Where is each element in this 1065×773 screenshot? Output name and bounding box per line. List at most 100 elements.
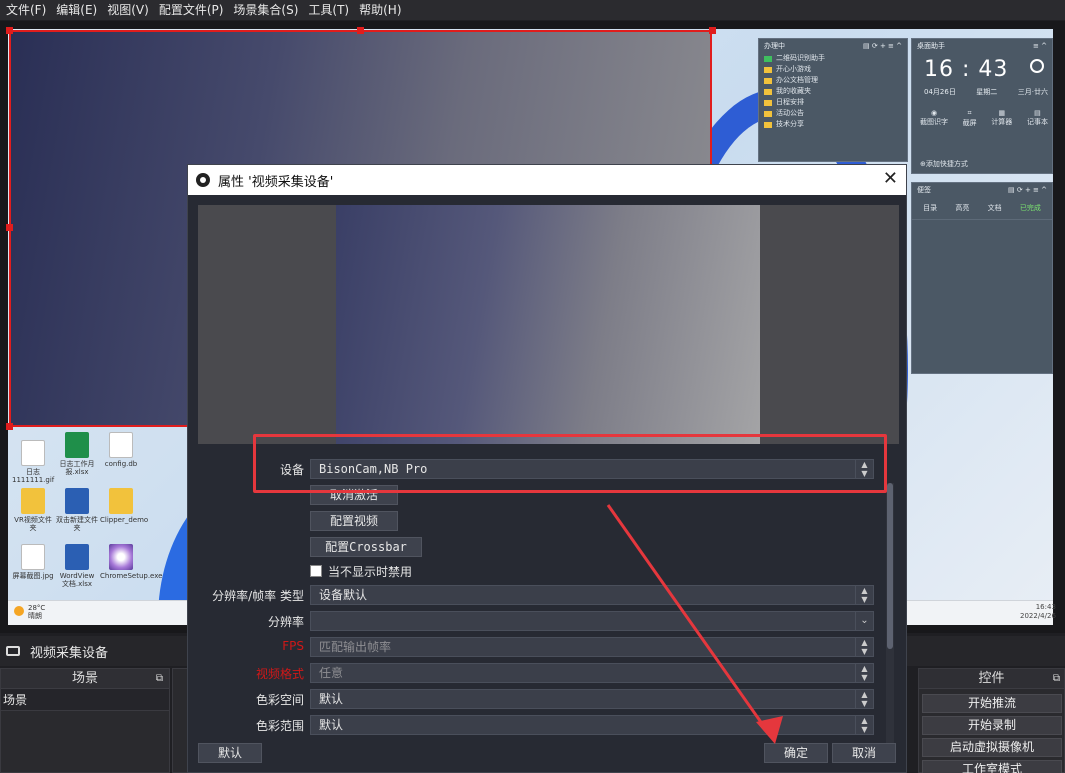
clock-lunar: 三月·廿六 — [1017, 88, 1048, 96]
scenes-dock: 场景 ⧉ 场景 — [0, 668, 170, 773]
notes-tab-catalog[interactable]: 目录 — [923, 203, 937, 213]
desktop-icon: ChromeSetup.exe — [100, 544, 162, 580]
dock-float-icon[interactable]: ⧉ — [156, 669, 163, 689]
notes-widget-title: 便签 — [917, 186, 931, 194]
color-space-select[interactable]: 默认 ▲ ▼ — [310, 689, 874, 709]
obs-logo-icon — [196, 173, 210, 187]
tool-screenshot-ocr[interactable]: ◉ 截图识字 — [920, 109, 948, 128]
desktop-icon: 日志 1111111.gif — [12, 440, 54, 484]
widget-toolbar-icons: ▤ ⟳ + ≡ ^ — [863, 42, 902, 50]
clock-widget: 桌面助手 ≡ ^ 16 : 43 04月26日 星期二 三月·廿六 ◉ 截图识字 ⌗… — [911, 38, 1053, 174]
close-icon[interactable]: ✕ — [883, 169, 898, 189]
resolution-combobox[interactable]: ⌄ — [310, 611, 874, 631]
word-icon — [65, 488, 89, 514]
updown-arrows-icon: ▲ ▼ — [855, 716, 873, 734]
video-format-select[interactable]: 任意 ▲ ▼ — [310, 663, 874, 683]
menu-tools[interactable]: 工具(T) — [306, 0, 357, 20]
menu-file[interactable]: 文件(F) — [4, 0, 54, 20]
dock-float-icon[interactable]: ⧉ — [1053, 669, 1060, 689]
weather-widget: 28°C 晴朗 — [14, 604, 45, 620]
configure-video-button[interactable]: 配置视频 — [310, 511, 398, 531]
scenes-header: 场景 — [71, 671, 98, 686]
desktop-icons: 日志 1111111.gif 日志工作月报.xlsx config.db VR视… — [8, 428, 162, 598]
resize-handle-tc[interactable] — [357, 27, 364, 34]
menu-help[interactable]: 帮助(H) — [357, 0, 409, 20]
desktop-icon: config.db — [100, 432, 142, 468]
notes-tab-docs[interactable]: 文档 — [988, 203, 1002, 213]
folder-icon — [21, 488, 45, 514]
start-streaming-button[interactable]: 开始推流 — [922, 694, 1062, 713]
crop-icon: ⌗ — [967, 109, 972, 117]
desktop-icon: VR视频文件夹 — [12, 488, 54, 532]
scene-item[interactable]: 场景 — [1, 689, 169, 711]
word-icon — [65, 544, 89, 570]
clock-widget-title: 桌面助手 — [917, 42, 945, 50]
widget-toolbar-icons: ≡ ^ — [1033, 42, 1047, 50]
configure-crossbar-button[interactable]: 配置Crossbar — [310, 537, 422, 557]
source-name: 视频采集设备 — [30, 645, 109, 661]
menu-scene-collection[interactable]: 场景集合(S) — [231, 0, 306, 20]
deactivate-when-hidden-label: 当不显示时禁用 — [328, 565, 413, 579]
updown-arrows-icon: ▲ ▼ — [855, 586, 873, 604]
list-item: 我的收藏夹 — [759, 86, 907, 97]
start-virtual-camera-button[interactable]: 启动虚拟摄像机 — [922, 738, 1062, 757]
list-item: 办公文档管理 — [759, 75, 907, 86]
camera-icon — [6, 646, 20, 656]
todo-widget-title: 办理中 — [764, 42, 785, 50]
resize-handle-tl[interactable] — [6, 27, 13, 34]
resize-handle-tr[interactable] — [709, 27, 716, 34]
calculator-icon: ▦ — [998, 109, 1006, 117]
folder-icon — [764, 110, 772, 117]
tool-notepad[interactable]: ▤ 记事本 — [1027, 109, 1048, 128]
resolution-fps-type-select[interactable]: 设备默认 ▲ ▼ — [310, 585, 874, 605]
deactivate-when-hidden-checkbox[interactable] — [310, 565, 322, 577]
folder-icon — [109, 488, 133, 514]
list-item: 日程安排 — [759, 97, 907, 108]
widget-toolbar-icons: ▤ ⟳ + ≡ ^ — [1008, 186, 1047, 194]
dialog-camera-preview — [336, 205, 760, 444]
menu-profile[interactable]: 配置文件(P) — [157, 0, 232, 20]
menu-bar: 文件(F) 编辑(E) 视图(V) 配置文件(P) 场景集合(S) 工具(T) … — [0, 0, 1065, 20]
annotation-highlight-box — [253, 434, 887, 493]
ok-button[interactable]: 确定 — [764, 743, 828, 763]
fps-select[interactable]: 匹配输出帧率 ▲ ▼ — [310, 637, 874, 657]
fps-label: FPS — [282, 639, 304, 653]
dialog-title: 属性 '视频采集设备' — [218, 174, 334, 190]
eye-icon: ◉ — [930, 109, 938, 117]
color-range-select[interactable]: 默认 ▲ ▼ — [310, 715, 874, 735]
notes-tab-done[interactable]: 已完成 — [1020, 203, 1041, 213]
file-icon — [21, 440, 45, 466]
desktop-icon: 日志工作月报.xlsx — [56, 432, 98, 476]
app-icon — [764, 55, 772, 62]
desktop-icon: 屏幕截图.jpg — [12, 544, 54, 580]
notes-tab-highlight[interactable]: 高亮 — [955, 203, 969, 213]
dialog-titlebar: 属性 '视频采集设备' ✕ — [188, 165, 906, 195]
defaults-button[interactable]: 默认 — [198, 743, 262, 763]
folder-icon — [764, 121, 772, 128]
folder-icon — [764, 77, 772, 84]
tool-screenshot[interactable]: ⌗ 截屏 — [963, 109, 977, 128]
color-range-label: 色彩范围 — [255, 719, 304, 733]
folder-icon — [764, 66, 772, 73]
start-recording-button[interactable]: 开始录制 — [922, 716, 1062, 735]
add-shortcut-link[interactable]: 添加快捷方式 — [926, 159, 968, 169]
updown-arrows-icon: ▲ ▼ — [855, 638, 873, 656]
menu-edit[interactable]: 编辑(E) — [54, 0, 105, 20]
clock-weekday: 星期二 — [976, 88, 998, 96]
updown-arrows-icon: ▲ ▼ — [855, 690, 873, 708]
clock-time: 16 : 43 — [924, 57, 1009, 82]
studio-mode-button[interactable]: 工作室模式 — [922, 760, 1062, 773]
menu-view[interactable]: 视图(V) — [105, 0, 157, 20]
sun-icon — [1030, 59, 1044, 73]
list-item: 活动公告 — [759, 108, 907, 119]
desktop-icon: 双击新建文件夹 — [56, 488, 98, 532]
folder-icon — [764, 99, 772, 106]
color-space-label: 色彩空间 — [255, 693, 304, 707]
tool-calculator[interactable]: ▦ 计算器 — [991, 109, 1012, 128]
resize-handle-ml[interactable] — [6, 224, 13, 231]
scrollbar-thumb[interactable] — [887, 483, 893, 649]
properties-scrollbar[interactable] — [886, 483, 894, 755]
cancel-button[interactable]: 取消 — [832, 743, 896, 763]
desktop-icon: Clipper_demo — [100, 488, 148, 524]
chevron-down-icon: ⌄ — [855, 612, 873, 630]
